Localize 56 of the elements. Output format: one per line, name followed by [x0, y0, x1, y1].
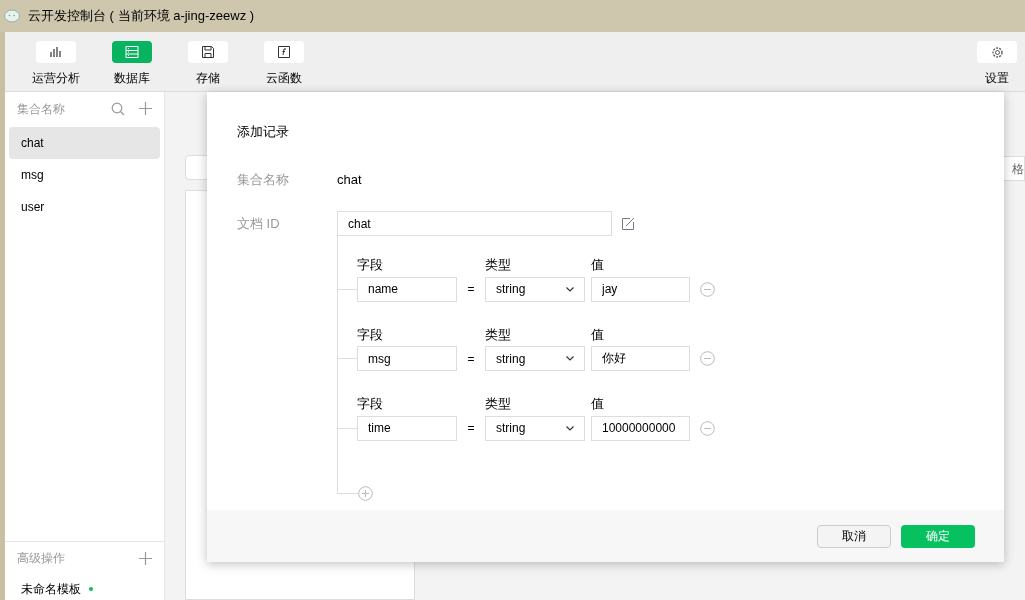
- toolbar-tab[interactable]: 运营分析: [33, 41, 79, 87]
- chevron-down-icon: [566, 356, 574, 361]
- template-item[interactable]: 未命名模板: [21, 580, 81, 598]
- column-label: 值: [591, 256, 604, 274]
- equals-sign: =: [466, 350, 476, 368]
- search-icon[interactable]: [111, 101, 125, 116]
- sidebar-header: 集合名称: [17, 100, 66, 118]
- field-label: 集合名称: [237, 170, 290, 189]
- column-label: 类型: [485, 256, 512, 274]
- collection-item[interactable]: msg: [9, 159, 160, 191]
- settings-icon: [990, 45, 1004, 59]
- type-select[interactable]: string: [485, 415, 585, 441]
- toolbar-tab[interactable]: 云函数: [261, 41, 307, 87]
- cancel-button[interactable]: 取消: [817, 524, 891, 548]
- value-input[interactable]: jay: [591, 276, 690, 302]
- background-field: 格: [1003, 156, 1025, 181]
- equals-sign: =: [466, 281, 476, 298]
- value-input[interactable]: 10000000000: [591, 415, 690, 441]
- column-label: 字段: [357, 395, 384, 413]
- column-label: 值: [591, 325, 604, 344]
- doc-id-input[interactable]: chat: [337, 211, 612, 236]
- type-select[interactable]: string: [485, 276, 585, 302]
- value-input[interactable]: 你好: [591, 346, 690, 371]
- type-select[interactable]: string: [485, 346, 585, 371]
- edit-icon[interactable]: [622, 217, 635, 230]
- equals-sign: =: [466, 420, 476, 437]
- remove-icon[interactable]: [700, 420, 715, 436]
- toolbar-tab[interactable]: 存储: [185, 41, 231, 87]
- collection-item[interactable]: user: [9, 191, 160, 223]
- dialog-title: 添加记录: [237, 123, 290, 141]
- field-name-input[interactable]: msg: [357, 346, 457, 371]
- column-label: 字段: [357, 256, 384, 274]
- collection-item[interactable]: chat: [9, 127, 160, 159]
- chat-bubble-icon: [4, 9, 20, 23]
- window-title: 云开发控制台 ( 当前环境 a-jing-zeewz ): [28, 7, 255, 26]
- column-label: 类型: [485, 325, 512, 344]
- section-header: 高级操作: [17, 550, 66, 567]
- plus-icon[interactable]: [139, 102, 152, 115]
- bar-chart-icon: [50, 46, 62, 58]
- field-label: 文档 ID: [237, 214, 281, 233]
- chevron-down-icon: [566, 286, 574, 292]
- column-label: 字段: [357, 325, 384, 344]
- remove-icon[interactable]: [700, 281, 715, 297]
- toolbar-tab[interactable]: 数据库: [109, 41, 155, 87]
- field-name-input[interactable]: time: [357, 415, 457, 441]
- list-icon: [125, 46, 139, 58]
- remove-icon[interactable]: [700, 351, 715, 366]
- collection-name: chat: [337, 170, 362, 189]
- function-icon: [278, 46, 290, 58]
- chevron-down-icon: [566, 425, 574, 431]
- add-circle-icon[interactable]: [358, 486, 373, 501]
- column-label: 值: [591, 395, 604, 413]
- plus-icon[interactable]: [139, 551, 152, 565]
- column-label: 类型: [485, 395, 512, 413]
- settings-button[interactable]: 设置: [977, 41, 1017, 87]
- field-name-input[interactable]: name: [357, 276, 457, 302]
